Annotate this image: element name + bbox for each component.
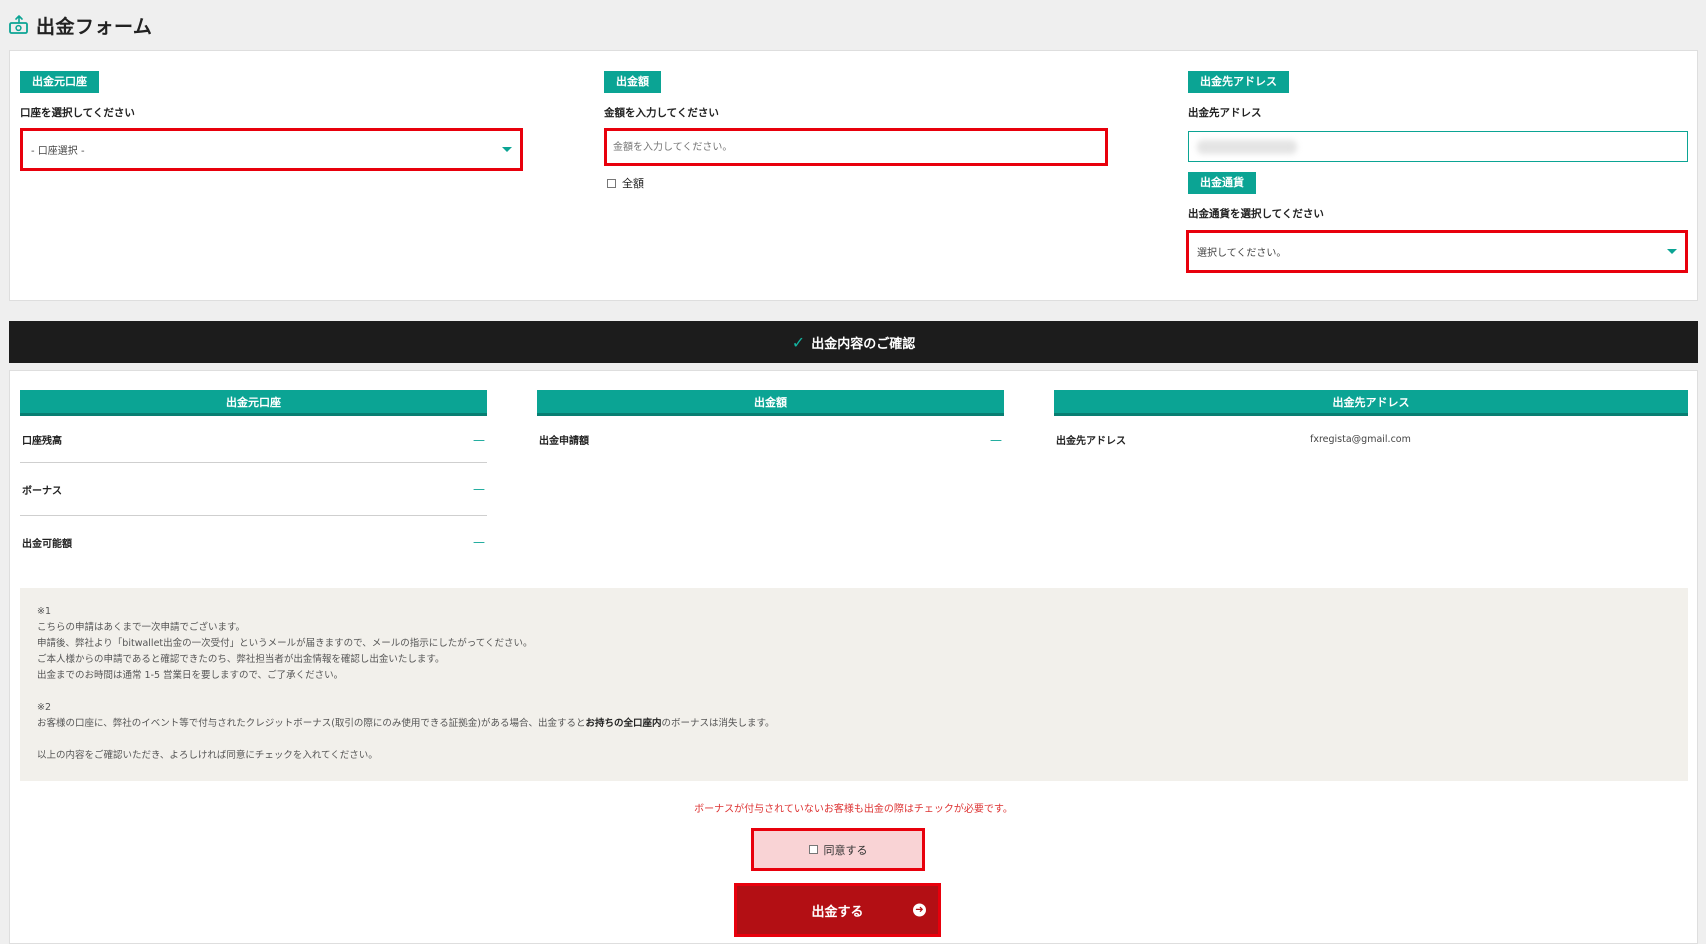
row-value: fxregista@gmail.com: [1310, 434, 1411, 445]
confirm-row-balance: 口座残高 —: [20, 417, 487, 462]
destination-chip: 出金先アドレス: [1188, 71, 1289, 93]
row-label: 出金申請額: [539, 436, 589, 447]
checkmark-icon: ✓: [791, 332, 806, 352]
row-label: ボーナス: [22, 485, 62, 497]
full-amount-option[interactable]: 全額: [607, 175, 644, 191]
notice-text: のボーナスは消失します。: [661, 718, 775, 729]
destination-label: 出金先アドレス: [1188, 107, 1262, 119]
currency-chip: 出金通貨: [1188, 172, 1256, 194]
row-value: —: [473, 535, 485, 549]
row-value: —: [473, 432, 485, 447]
confirm-amount-column: 出金額 出金申請額 —: [537, 390, 1004, 462]
notice-emphasis: お持ちの全口座内: [585, 718, 662, 729]
confirm-amount-header: 出金額: [537, 390, 1004, 416]
confirm-row-requested: 出金申請額 —: [537, 417, 1004, 462]
bonus-warning: ボーナスが付与されていないお客様も出金の際はチェックが必要です。: [694, 804, 1013, 815]
notice-line: お客様の口座に、弊社のイベント等で付与されたクレジットボーナス(取引の際にのみ使…: [37, 716, 1671, 732]
full-amount-checkbox[interactable]: [607, 178, 616, 188]
destination-address-input[interactable]: [1188, 131, 1688, 162]
notice-box: ※1 こちらの申請はあくまで一次申請でございます。 申請後、弊社より「bitwa…: [20, 588, 1688, 781]
page-title: 出金フォーム: [36, 15, 153, 38]
confirm-source-column: 出金元口座 口座残高 — ボーナス — 出金可能額 —: [20, 390, 487, 568]
notice-line: 申請後、弊社より「bitwallet出金の一次受付」というメールが届きますので、…: [37, 638, 533, 649]
notice-line: 以上の内容をご確認いただき、よろしければ同意にチェックを入れてください。: [37, 750, 378, 761]
notice-spacer: [37, 684, 1671, 700]
notice-line: ※2: [37, 702, 52, 713]
row-label: 出金先アドレス: [1056, 436, 1126, 447]
currency-label: 出金通貨を選択してください: [1188, 208, 1324, 220]
notice-spacer: [37, 732, 1671, 748]
submit-label: 出金する: [811, 904, 864, 920]
notice-line: ※1: [37, 606, 52, 617]
source-account-chip: 出金元口座: [20, 71, 99, 93]
notice-line: こちらの申請はあくまで一次申請でございます。: [37, 622, 246, 633]
agree-checkbox[interactable]: [808, 845, 818, 854]
confirm-destination-header: 出金先アドレス: [1054, 390, 1688, 416]
confirm-source-header: 出金元口座: [20, 390, 487, 416]
confirm-title: 出金内容のご確認: [811, 336, 916, 352]
money-transfer-icon: [9, 15, 28, 34]
confirm-row-available: 出金可能額 —: [20, 516, 487, 568]
source-account-selected: - 口座選択 -: [31, 146, 85, 157]
full-amount-label: 全額: [622, 177, 644, 190]
confirm-row-address: 出金先アドレス fxregista@gmail.com: [1054, 417, 1688, 462]
chevron-down-icon: [502, 147, 512, 152]
confirm-row-bonus: ボーナス —: [20, 463, 487, 515]
row-label: 口座残高: [22, 436, 62, 447]
source-account-select[interactable]: - 口座選択 -: [20, 128, 523, 171]
notice-line: ご本人様からの申請であると確認できたのち、弊社担当者が出金情報を確認し出金いたし…: [37, 654, 445, 665]
row-value: —: [473, 482, 485, 496]
currency-selected: 選択してください。: [1197, 248, 1287, 259]
amount-input[interactable]: [604, 128, 1108, 166]
amount-chip: 出金額: [604, 71, 661, 93]
amount-label: 金額を入力してください: [604, 107, 719, 119]
confirm-header-bar: ✓ 出金内容のご確認: [9, 321, 1698, 363]
row-value: —: [990, 432, 1002, 447]
agree-checkbox-box[interactable]: 同意する: [751, 828, 925, 871]
redacted-address: [1197, 140, 1297, 154]
notice-text: お客様の口座に、弊社のイベント等で付与されたクレジットボーナス(取引の際にのみ使…: [37, 718, 586, 729]
source-account-label: 口座を選択してください: [20, 107, 135, 119]
row-label: 出金可能額: [22, 538, 72, 550]
currency-select[interactable]: 選択してください。: [1186, 230, 1688, 273]
agree-label: 同意する: [823, 843, 868, 857]
chevron-down-icon: [1667, 249, 1677, 254]
withdraw-submit-button[interactable]: 出金する ➜: [734, 883, 941, 937]
page-header: 出金フォーム: [8, 10, 152, 40]
arrow-right-circle-icon: ➜: [913, 903, 926, 917]
confirm-destination-column: 出金先アドレス 出金先アドレス fxregista@gmail.com: [1054, 390, 1688, 462]
notice-line: 出金までのお時間は通常 1-5 営業日を要しますので、ご了承ください。: [37, 670, 344, 681]
